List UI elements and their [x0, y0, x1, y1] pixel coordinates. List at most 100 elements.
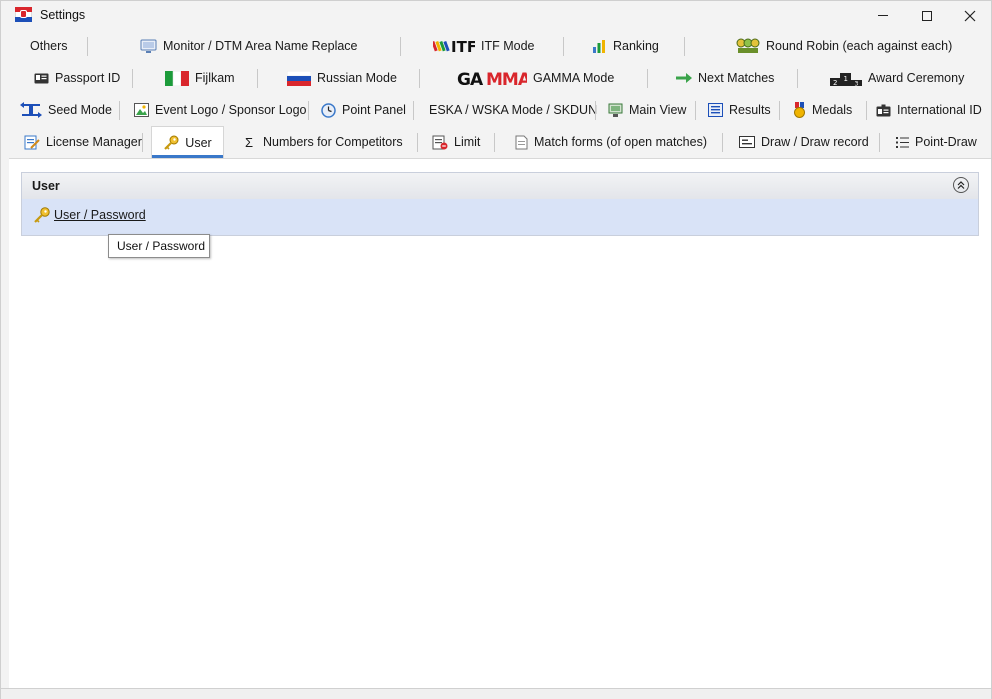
- italy-flag-icon: [165, 70, 189, 86]
- tab-label: Match forms (of open matches): [534, 135, 707, 149]
- user-group-header[interactable]: User: [22, 173, 978, 199]
- tab-others[interactable]: Others: [30, 30, 68, 62]
- tab-row-1: Others Monitor / DTM Area Name Replace I…: [9, 30, 991, 62]
- maximize-button[interactable]: [905, 1, 949, 30]
- monitor-icon: [140, 39, 157, 53]
- license-icon: [24, 135, 40, 149]
- tab-label: Main View: [629, 103, 687, 117]
- user-group: User User / Password: [21, 172, 979, 236]
- tab-label: Point Panel: [342, 103, 406, 117]
- tab-international-id[interactable]: International ID: [876, 94, 982, 126]
- seed-arrows-icon: [20, 102, 42, 118]
- user-group-body: User / Password: [22, 199, 978, 235]
- tab-ranking[interactable]: Ranking: [592, 30, 659, 62]
- settings-tabs: Others Monitor / DTM Area Name Replace I…: [9, 30, 991, 158]
- svg-text:ITF: ITF: [451, 38, 475, 54]
- itf-logo-icon: ITF: [433, 38, 475, 54]
- key-icon: [164, 135, 179, 150]
- tab-row-4: License Manager User Σ Numbers for Compe…: [9, 126, 991, 158]
- tab-label: Fijlkam: [195, 71, 235, 85]
- tab-label: Ranking: [613, 39, 659, 53]
- tab-passport-id[interactable]: Passport ID: [34, 62, 120, 94]
- main-view-icon: [608, 103, 623, 117]
- tab-row-2: Passport ID Fijlkam Russian Mode GA MMA …: [9, 62, 991, 94]
- tab-label: Others: [30, 39, 68, 53]
- tab-label: Passport ID: [55, 71, 121, 85]
- tab-fijlkam[interactable]: Fijlkam: [165, 62, 235, 94]
- tab-match-forms[interactable]: Match forms (of open matches): [515, 126, 707, 158]
- podium-icon: 2 1 3: [830, 72, 862, 86]
- minimize-button[interactable]: [861, 1, 905, 30]
- tab-label: Award Ceremony: [868, 71, 965, 85]
- collapse-button[interactable]: [953, 177, 969, 193]
- tab-itf-mode[interactable]: ITF ITF Mode: [433, 30, 535, 62]
- tab-round-robin[interactable]: Round Robin (each against each): [736, 30, 952, 62]
- tab-label: Seed Mode: [48, 103, 112, 117]
- svg-text:2: 2: [833, 79, 837, 86]
- id-card-icon: [34, 73, 49, 83]
- svg-text:GA: GA: [457, 70, 484, 87]
- user-password-link[interactable]: User / Password: [33, 207, 146, 223]
- tab-label: Round Robin (each against each): [766, 39, 953, 53]
- tab-limit[interactable]: Limit: [432, 126, 480, 158]
- bar-chart-icon: [593, 40, 605, 53]
- tooltip: User / Password: [108, 234, 210, 258]
- image-icon: [134, 103, 149, 117]
- arrow-right-icon: [676, 73, 692, 83]
- settings-window: Settings Others Monitor / DTM Area Name …: [0, 0, 992, 699]
- tab-label: Next Matches: [698, 71, 775, 85]
- maximize-icon: [922, 10, 932, 21]
- tab-next-matches[interactable]: Next Matches: [676, 62, 774, 94]
- tab-label: Monitor / DTM Area Name Replace: [163, 39, 358, 53]
- tab-medals[interactable]: Medals: [793, 94, 852, 126]
- tab-point-draw[interactable]: Point-Draw: [896, 126, 977, 158]
- international-id-icon: [876, 104, 891, 116]
- tab-label: Results: [729, 103, 771, 117]
- svg-text:MMA: MMA: [486, 70, 527, 87]
- results-list-icon: [708, 103, 723, 117]
- tab-draw-record[interactable]: Draw / Draw record: [739, 126, 869, 158]
- tab-award-ceremony[interactable]: 2 1 3 Award Ceremony: [830, 62, 964, 94]
- tab-point-panel[interactable]: Point Panel: [321, 94, 406, 126]
- tab-numbers-for-competitors[interactable]: Σ Numbers for Competitors: [245, 126, 403, 158]
- medal-icon: [794, 102, 805, 118]
- tab-seed-mode[interactable]: Seed Mode: [20, 94, 112, 126]
- tab-event-logo[interactable]: Event Logo / Sponsor Logo: [134, 94, 307, 126]
- tab-label: User: [185, 135, 212, 150]
- close-button[interactable]: [948, 1, 992, 30]
- tab-label: Event Logo / Sponsor Logo: [155, 103, 307, 117]
- tab-label: ITF Mode: [481, 39, 535, 53]
- tab-label: ESKA / WSKA Mode / SKDUN: [429, 103, 598, 117]
- draw-icon: [739, 136, 755, 148]
- close-icon: [964, 10, 976, 21]
- gamma-logo-icon: GA MMA: [457, 70, 527, 87]
- tab-license-manager[interactable]: License Manager: [24, 126, 142, 158]
- tab-label: GAMMA Mode: [533, 71, 615, 85]
- chevron-up-double-icon: [957, 181, 965, 189]
- status-bar: [1, 688, 991, 699]
- tab-user[interactable]: User: [151, 126, 224, 158]
- round-robin-icon: [736, 38, 760, 53]
- list-icon: [896, 136, 909, 148]
- user-group-title: User: [32, 179, 60, 193]
- russia-flag-icon: [287, 70, 311, 86]
- tab-results[interactable]: Results: [708, 94, 771, 126]
- user-password-label: User / Password: [54, 208, 146, 222]
- svg-text:3: 3: [855, 80, 859, 86]
- tab-row-3: Seed Mode Event Logo / Sponsor Logo Poin: [9, 94, 991, 126]
- key-icon: [34, 207, 50, 223]
- tab-eska-wska[interactable]: ESKA / WSKA Mode / SKDUN: [429, 94, 597, 126]
- tab-label: Draw / Draw record: [761, 135, 869, 149]
- flag-app-icon: [15, 7, 32, 22]
- tab-label: Limit: [454, 135, 481, 149]
- sigma-icon: Σ: [245, 134, 254, 150]
- tab-gamma-mode[interactable]: GA MMA GAMMA Mode: [457, 62, 614, 94]
- tab-russian-mode[interactable]: Russian Mode: [287, 62, 397, 94]
- limit-icon: [432, 135, 448, 149]
- minimize-icon: [878, 15, 888, 16]
- title-bar[interactable]: Settings: [1, 1, 991, 30]
- tab-monitor-dtm[interactable]: Monitor / DTM Area Name Replace: [140, 30, 358, 62]
- document-icon: [515, 135, 528, 149]
- clock-icon: [321, 102, 336, 118]
- tab-main-view[interactable]: Main View: [608, 94, 686, 126]
